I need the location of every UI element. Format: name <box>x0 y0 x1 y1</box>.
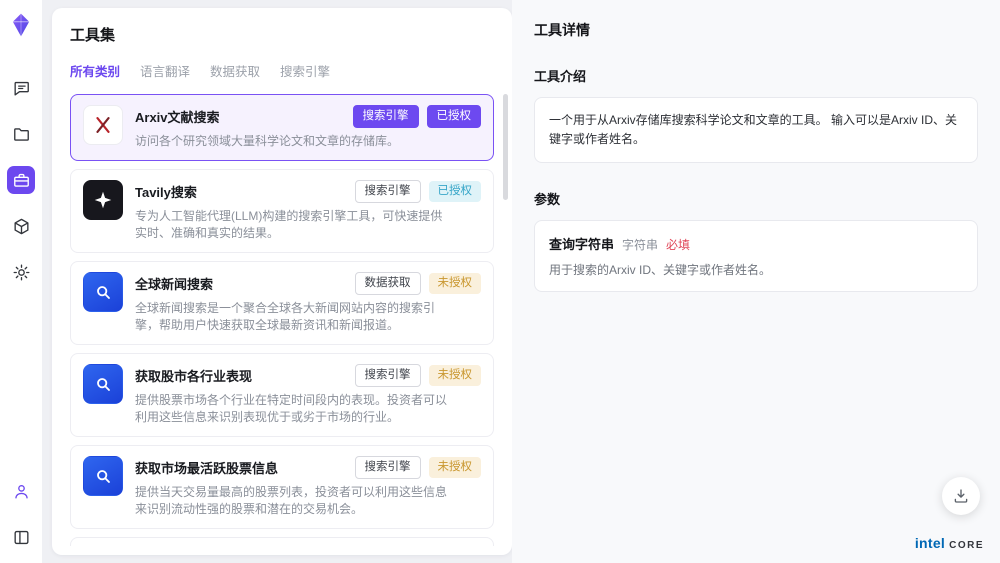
tool-card[interactable]: 万维地区新闻查询 搜索引擎 未授权 查询具体行政区划内的新闻，快速了解各地新闻动… <box>70 537 494 546</box>
page-title: 工具集 <box>70 24 494 45</box>
intro-heading: 工具介绍 <box>534 66 978 85</box>
tool-description: 提供当天交易量最高的股票列表，投资者可以利用这些信息来识别流动性强的股票和潜在的… <box>135 484 447 518</box>
tool-card[interactable]: Arxiv文献搜索 搜索引擎 已授权 访问各个研究领域大量科学论文和文章的存储库… <box>70 94 494 161</box>
detail-title: 工具详情 <box>534 20 978 40</box>
tool-auth-badge: 已授权 <box>427 105 482 128</box>
tool-category-badge: 搜索引擎 <box>355 364 421 387</box>
intro-text: 一个用于从Arxiv存储库搜索科学论文和文章的工具。 输入可以是Arxiv ID… <box>549 111 963 149</box>
parameter-box: 查询字符串 字符串 必填 用于搜索的Arxiv ID、关键字或作者姓名。 <box>534 220 978 292</box>
tool-detail-panel: 工具详情 工具介绍 一个用于从Arxiv存储库搜索科学论文和文章的工具。 输入可… <box>512 0 1000 563</box>
tab-language-translation[interactable]: 语言翻译 <box>140 61 190 80</box>
tool-name: 获取市场最活跃股票信息 <box>135 458 278 477</box>
param-required-badge: 必填 <box>666 236 690 253</box>
tool-category-badge: 搜索引擎 <box>353 105 419 128</box>
app-sidebar <box>0 0 42 563</box>
folder-icon[interactable] <box>7 120 35 148</box>
tool-auth-badge: 未授权 <box>429 457 482 478</box>
tool-description: 专为人工智能代理(LLM)构建的搜索引擎工具，可快速提供实时、准确和真实的结果。 <box>135 208 447 242</box>
download-button[interactable] <box>942 477 980 515</box>
tool-auth-badge: 未授权 <box>429 273 482 294</box>
category-tabs: 所有类别 语言翻译 数据获取 搜索引擎 <box>70 61 494 80</box>
panel-toggle-icon[interactable] <box>7 523 35 551</box>
tool-auth-badge: 未授权 <box>429 365 482 386</box>
toolbox-icon[interactable] <box>7 166 35 194</box>
intro-box: 一个用于从Arxiv存储库搜索科学论文和文章的工具。 输入可以是Arxiv ID… <box>534 97 978 163</box>
user-icon[interactable] <box>7 477 35 505</box>
tool-auth-badge: 已授权 <box>429 181 482 202</box>
tool-card[interactable]: Tavily搜索 搜索引擎 已授权 专为人工智能代理(LLM)构建的搜索引擎工具… <box>70 169 494 253</box>
tool-name: 全球新闻搜索 <box>135 274 213 293</box>
tool-card[interactable]: 全球新闻搜索 数据获取 未授权 全球新闻搜索是一个聚合全球各大新闻网站内容的搜索… <box>70 261 494 345</box>
package-icon[interactable] <box>7 212 35 240</box>
params-heading: 参数 <box>534 189 978 208</box>
tab-search-engine[interactable]: 搜索引擎 <box>280 61 330 80</box>
arxiv-icon <box>83 105 123 145</box>
tool-category-badge: 数据获取 <box>355 272 421 295</box>
param-description: 用于搜索的Arxiv ID、关键字或作者姓名。 <box>549 261 963 278</box>
settings-icon[interactable] <box>7 258 35 286</box>
tool-name: Tavily搜索 <box>135 182 197 201</box>
intel-core-logo: intel CORE <box>915 535 984 551</box>
intel-wordmark: intel <box>915 535 945 551</box>
news-search-icon <box>83 272 123 312</box>
tool-name: 获取股市各行业表现 <box>135 366 252 385</box>
param-type: 字符串 <box>622 236 658 253</box>
tool-category-badge: 搜索引擎 <box>355 180 421 203</box>
tool-description: 全球新闻搜索是一个聚合全球各大新闻网站内容的搜索引擎，帮助用户快速获取全球最新资… <box>135 300 447 334</box>
tab-all-categories[interactable]: 所有类别 <box>70 61 120 80</box>
scrollbar-thumb[interactable] <box>503 94 508 200</box>
tool-list: Arxiv文献搜索 搜索引擎 已授权 访问各个研究领域大量科学论文和文章的存储库… <box>70 94 494 546</box>
chat-icon[interactable] <box>7 74 35 102</box>
core-wordmark: CORE <box>949 540 984 551</box>
news-search-icon <box>83 456 123 496</box>
tool-description: 提供股票市场各个行业在特定时间段内的表现。投资者可以利用这些信息来识别表现优于或… <box>135 392 447 426</box>
tool-category-badge: 搜索引擎 <box>355 456 421 479</box>
news-search-icon <box>83 364 123 404</box>
tool-list-panel: 工具集 所有类别 语言翻译 数据获取 搜索引擎 Arxiv文献搜索 搜索引擎 已… <box>52 8 512 555</box>
tool-card[interactable]: 获取股市各行业表现 搜索引擎 未授权 提供股票市场各个行业在特定时间段内的表现。… <box>70 353 494 437</box>
app-logo[interactable] <box>8 12 34 38</box>
tool-name: Arxiv文献搜索 <box>135 107 220 126</box>
tool-description: 访问各个研究领域大量科学论文和文章的存储库。 <box>135 133 447 150</box>
tool-card[interactable]: 获取市场最活跃股票信息 搜索引擎 未授权 提供当天交易量最高的股票列表，投资者可… <box>70 445 494 529</box>
tavily-icon <box>83 180 123 220</box>
tab-data-fetch[interactable]: 数据获取 <box>210 61 260 80</box>
param-name: 查询字符串 <box>549 234 614 253</box>
download-icon <box>952 487 970 505</box>
